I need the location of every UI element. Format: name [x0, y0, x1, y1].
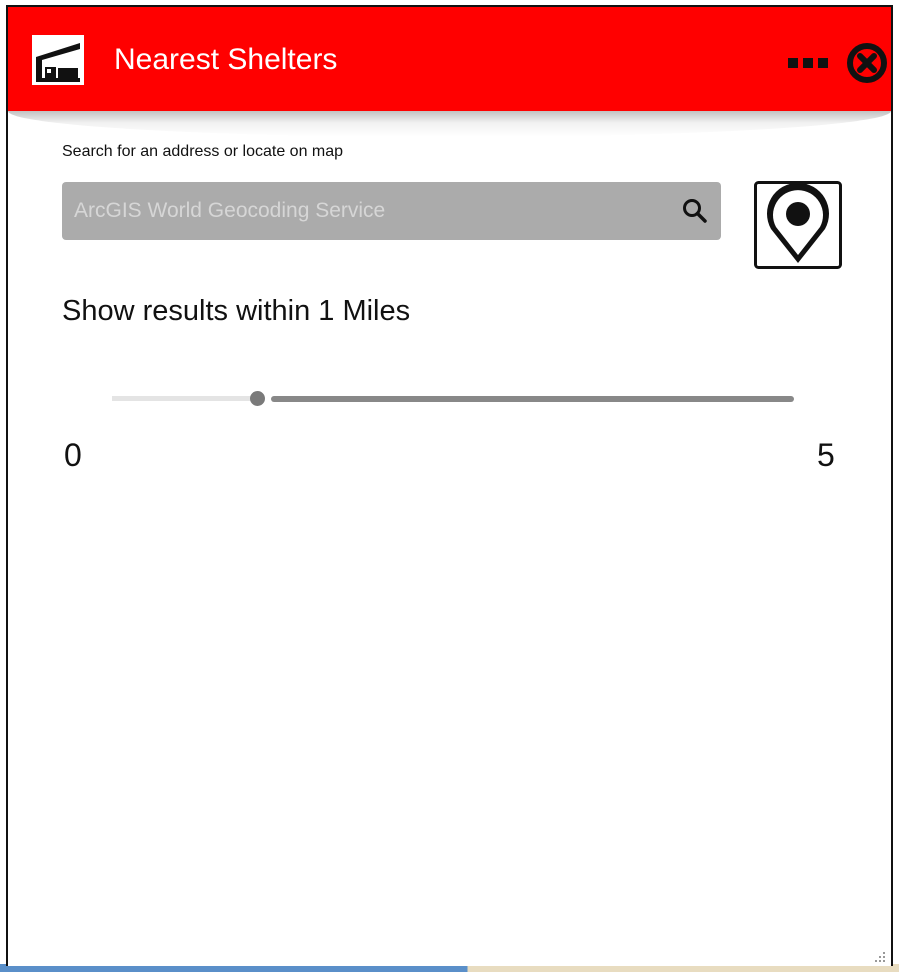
header-shadow [8, 111, 891, 137]
locate-on-map-button[interactable] [754, 181, 842, 269]
search-box [62, 182, 721, 240]
radius-slider-thumb[interactable] [250, 391, 265, 406]
resize-grip-icon[interactable] [873, 950, 887, 964]
slider-min-label: 0 [64, 437, 82, 473]
panel-title: Nearest Shelters [114, 43, 338, 76]
shelter-icon [32, 35, 84, 85]
slider-track-filled[interactable] [112, 396, 252, 401]
panel-header: Nearest Shelters [8, 7, 891, 111]
search-radius-label: Show results within 1 Miles [62, 295, 411, 327]
close-icon[interactable] [846, 42, 888, 84]
search-caption: Search for an address or locate on map [62, 143, 344, 160]
address-search-input[interactable] [62, 182, 662, 240]
slider-max-label: 5 [817, 437, 835, 473]
nearest-shelters-panel: Nearest Shelters Search for an address o… [6, 5, 893, 966]
search-icon[interactable] [681, 197, 709, 225]
more-dots-icon[interactable] [788, 54, 830, 72]
slider-track[interactable] [271, 396, 794, 402]
